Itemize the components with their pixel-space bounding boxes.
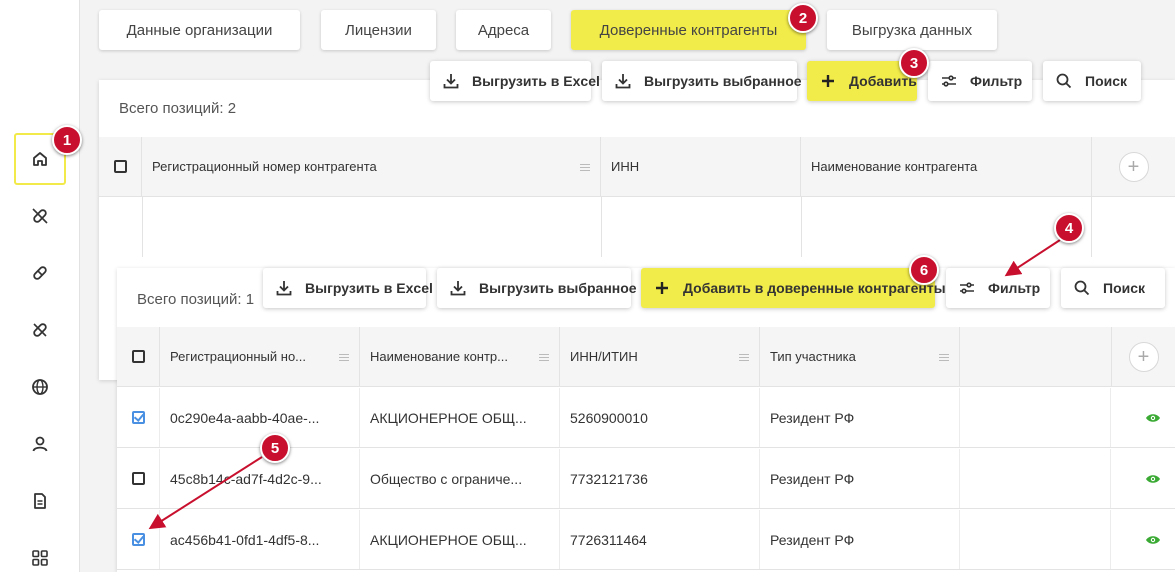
arrow-to-filter: [1004, 239, 1061, 277]
annotation-badge: 3: [899, 48, 929, 78]
annotation-arrows: [148, 239, 1061, 530]
annotation-badge: 2: [788, 3, 818, 33]
annotation-badge: 4: [1054, 213, 1084, 243]
arrow-to-checkbox: [148, 456, 263, 530]
annotation-badge: 1: [52, 125, 82, 155]
annotation-badge: 6: [909, 255, 939, 285]
annotation-badge: 5: [260, 433, 290, 463]
